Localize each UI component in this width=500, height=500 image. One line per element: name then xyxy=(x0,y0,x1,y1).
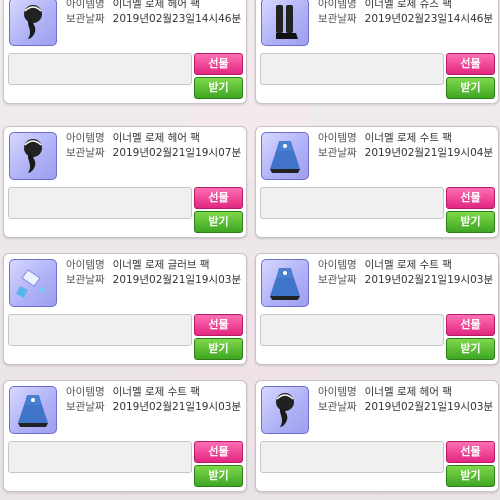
hair-icon xyxy=(9,0,57,46)
stored-date: 2019년02월23일14시46분 xyxy=(364,13,494,25)
gift-button[interactable]: 선물 xyxy=(446,314,495,336)
item-name: 이너멜 로제 글러브 팩 xyxy=(112,259,210,271)
gift-message-field[interactable] xyxy=(260,187,444,219)
item-name: 이너멜 로제 슈즈 팩 xyxy=(364,0,452,10)
item-card: 아이템명 이너멜 로제 헤어 팩 보관날짜 2019년02월21일19시03분 선물… xyxy=(255,380,499,492)
receive-button[interactable]: 받기 xyxy=(446,211,495,233)
gift-button[interactable]: 선물 xyxy=(194,441,243,463)
item-name-label: 아이템명 xyxy=(318,0,357,10)
stored-date: 2019년02월21일19시04분 xyxy=(364,147,494,159)
item-card: 아이템명 이너멜 로제 헤어 팩 보관날짜 2019년02월23일14시46분 선물… xyxy=(3,0,247,104)
item-name-label: 아이템명 xyxy=(66,259,105,271)
receive-button[interactable]: 받기 xyxy=(194,211,243,233)
item-card: 아이템명 이너멜 로제 수트 팩 보관날짜 2019년02월21일19시04분 선물… xyxy=(255,126,499,238)
hair-icon xyxy=(261,386,309,434)
item-card: 아이템명 이너멜 로제 헤어 팩 보관날짜 2019년02월21일19시07분 선물… xyxy=(3,126,247,238)
receive-button[interactable]: 받기 xyxy=(194,338,243,360)
stored-date-label: 보관날짜 xyxy=(318,13,357,25)
item-name-label: 아이템명 xyxy=(66,132,105,144)
receive-button[interactable]: 받기 xyxy=(194,77,243,99)
stored-date-label: 보관날짜 xyxy=(66,401,105,413)
receive-button[interactable]: 받기 xyxy=(194,465,243,487)
suit-icon xyxy=(261,259,309,307)
stored-date: 2019년02월21일19시07분 xyxy=(112,147,242,159)
item-name-label: 아이템명 xyxy=(318,132,357,144)
gift-message-field[interactable] xyxy=(8,314,192,346)
gift-button[interactable]: 선물 xyxy=(446,441,495,463)
gift-message-field[interactable] xyxy=(260,314,444,346)
stored-date-label: 보관날짜 xyxy=(66,147,105,159)
item-name-label: 아이템명 xyxy=(318,386,357,398)
item-card: 아이템명 이너멜 로제 슈즈 팩 보관날짜 2019년02월23일14시46분 선물… xyxy=(255,0,499,104)
stored-date-label: 보관날짜 xyxy=(318,147,357,159)
glove-icon xyxy=(9,259,57,307)
item-info: 아이템명 이너멜 로제 헤어 팩 보관날짜 2019년02월21일19시07분 xyxy=(66,131,241,161)
suit-icon xyxy=(261,132,309,180)
item-name-label: 아이템명 xyxy=(66,0,105,10)
item-name: 이너멜 로제 수트 팩 xyxy=(112,386,200,398)
shoes-icon xyxy=(261,0,309,46)
item-info: 아이템명 이너멜 로제 헤어 팩 보관날짜 2019년02월21일19시03분 xyxy=(318,385,493,415)
stored-date: 2019년02월21일19시03분 xyxy=(112,274,242,286)
suit-icon xyxy=(9,386,57,434)
gift-button[interactable]: 선물 xyxy=(446,187,495,209)
gift-button[interactable]: 선물 xyxy=(194,314,243,336)
item-card: 아이템명 이너멜 로제 글러브 팩 보관날짜 2019년02월21일19시03분 선… xyxy=(3,253,247,365)
item-name: 이너멜 로제 헤어 팩 xyxy=(112,132,200,144)
item-name-label: 아이템명 xyxy=(66,386,105,398)
item-info: 아이템명 이너멜 로제 수트 팩 보관날짜 2019년02월21일19시03분 xyxy=(66,385,241,415)
hair-icon xyxy=(9,132,57,180)
gift-message-field[interactable] xyxy=(8,187,192,219)
gift-message-field[interactable] xyxy=(8,53,192,85)
stored-date-label: 보관날짜 xyxy=(318,401,357,413)
stored-date: 2019년02월21일19시03분 xyxy=(364,401,494,413)
gift-message-field[interactable] xyxy=(260,441,444,473)
stored-date: 2019년02월23일14시46분 xyxy=(112,13,242,25)
receive-button[interactable]: 받기 xyxy=(446,77,495,99)
stored-date-label: 보관날짜 xyxy=(318,274,357,286)
item-card: 아이템명 이너멜 로제 수트 팩 보관날짜 2019년02월21일19시03분 선물… xyxy=(255,253,499,365)
item-info: 아이템명 이너멜 로제 수트 팩 보관날짜 2019년02월21일19시04분 xyxy=(318,131,493,161)
stored-date: 2019년02월21일19시03분 xyxy=(364,274,494,286)
item-name-label: 아이템명 xyxy=(318,259,357,271)
item-info: 아이템명 이너멜 로제 글러브 팩 보관날짜 2019년02월21일19시03분 xyxy=(66,258,241,288)
gift-message-field[interactable] xyxy=(8,441,192,473)
stored-date-label: 보관날짜 xyxy=(66,274,105,286)
item-info: 아이템명 이너멜 로제 헤어 팩 보관날짜 2019년02월23일14시46분 xyxy=(66,0,241,27)
gift-button[interactable]: 선물 xyxy=(194,187,243,209)
gift-message-field[interactable] xyxy=(260,53,444,85)
gift-button[interactable]: 선물 xyxy=(446,53,495,75)
gift-button[interactable]: 선물 xyxy=(194,53,243,75)
receive-button[interactable]: 받기 xyxy=(446,465,495,487)
item-name: 이너멜 로제 수트 팩 xyxy=(364,132,452,144)
stored-date-label: 보관날짜 xyxy=(66,13,105,25)
item-name: 이너멜 로제 수트 팩 xyxy=(364,259,452,271)
item-name: 이너멜 로제 헤어 팩 xyxy=(364,386,452,398)
item-info: 아이템명 이너멜 로제 슈즈 팩 보관날짜 2019년02월23일14시46분 xyxy=(318,0,493,27)
item-name: 이너멜 로제 헤어 팩 xyxy=(112,0,200,10)
item-info: 아이템명 이너멜 로제 수트 팩 보관날짜 2019년02월21일19시03분 xyxy=(318,258,493,288)
stored-date: 2019년02월21일19시03분 xyxy=(112,401,242,413)
receive-button[interactable]: 받기 xyxy=(446,338,495,360)
item-card: 아이템명 이너멜 로제 수트 팩 보관날짜 2019년02월21일19시03분 선물… xyxy=(3,380,247,492)
